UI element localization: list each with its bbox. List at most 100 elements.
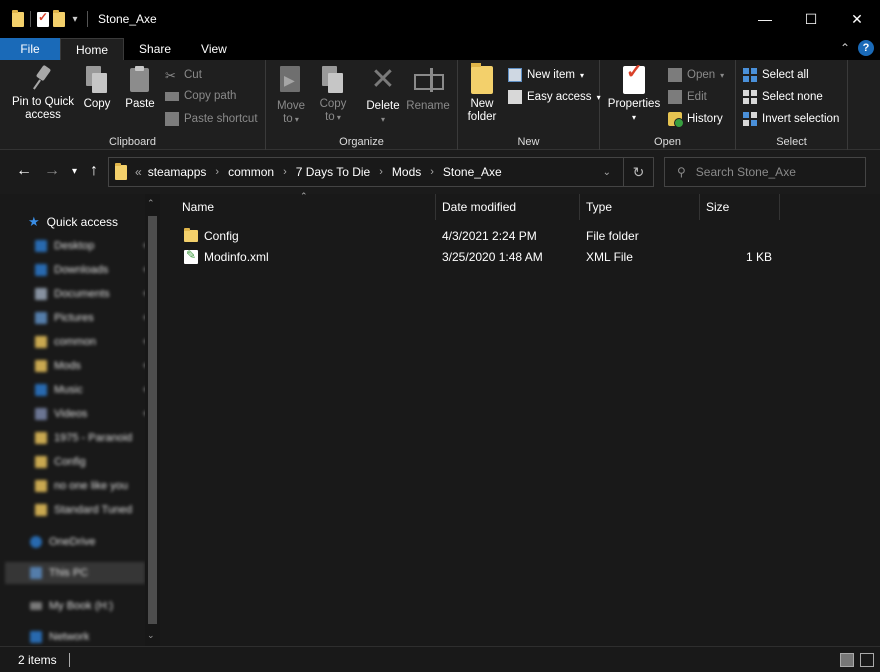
pin-to-quick-access-button[interactable]: Pin to Quick access — [8, 66, 78, 122]
copy-to-chevron-down-icon: ▾ — [334, 113, 341, 122]
search-box[interactable]: ⚲ — [664, 157, 866, 187]
cloud-icon — [30, 536, 42, 548]
column-header-type[interactable]: Type — [580, 194, 700, 220]
delete-button[interactable]: ✕ Delete ▾ — [364, 65, 402, 126]
file-row-config[interactable]: Config 4/3/2021 2:24 PM File folder — [176, 225, 776, 246]
column-header-name[interactable]: Name — [176, 194, 436, 220]
file-type: XML File — [586, 249, 633, 264]
minimize-ribbon-chevron-icon[interactable]: ⌃ — [840, 41, 850, 55]
tab-file[interactable]: File — [0, 38, 60, 60]
sidebar-item-standard-tuned[interactable]: Standard Tuned — [35, 499, 150, 521]
up-arrow-icon[interactable]: ↑ — [90, 162, 98, 180]
breadcrumb-mods[interactable]: Mods — [392, 165, 421, 179]
file-size — [706, 225, 772, 246]
breadcrumb-steamapps[interactable]: steamapps — [148, 165, 207, 179]
invert-selection-button[interactable]: Invert selection — [743, 112, 839, 126]
sidebar-scrollbar-thumb[interactable] — [148, 216, 157, 624]
sidebar-item-mods[interactable]: Mods ✦ — [35, 355, 150, 377]
maximize-button[interactable]: ☐ — [788, 0, 834, 38]
breadcrumb-chevron-icon[interactable]: › — [379, 166, 383, 178]
new-folder-label-line2: folder — [467, 111, 497, 123]
open-button[interactable]: Open ▾ — [668, 68, 724, 82]
sidebar-item-common[interactable]: common ✦ — [35, 331, 150, 353]
sidebar-item-this-pc[interactable]: This PC — [5, 562, 145, 584]
address-history-chevron-down-icon[interactable]: ⌄ — [603, 167, 611, 178]
organize-group-label: Organize — [339, 136, 384, 148]
file-size: 1 KB — [745, 249, 772, 264]
copy-to-label-line2: to — [325, 111, 335, 123]
file-list: ⌃ Name Date modified Type Size Config 4/… — [160, 191, 880, 646]
copy-button[interactable]: Copy — [80, 66, 114, 111]
history-button[interactable]: History — [668, 112, 723, 128]
breadcrumb-chevron-icon[interactable]: › — [283, 166, 287, 178]
breadcrumb-7-days-to-die[interactable]: 7 Days To Die — [296, 165, 370, 179]
copy-to-button[interactable]: Copy to ▾ — [316, 66, 350, 124]
cut-button[interactable]: ✂ Cut — [165, 68, 202, 83]
refresh-button[interactable]: ↻ — [623, 158, 653, 186]
large-icons-view-icon[interactable] — [860, 653, 874, 667]
select-none-button[interactable]: Select none — [743, 90, 823, 104]
forward-arrow-icon[interactable]: → — [44, 162, 60, 180]
column-header-date-modified[interactable]: Date modified — [436, 194, 580, 220]
scroll-up-chevron-icon[interactable]: ⌃ — [147, 198, 155, 209]
properties-icon[interactable] — [37, 10, 49, 27]
file-row-modinfo-xml[interactable]: Modinfo.xml 3/25/2020 1:48 AM XML File 1… — [176, 246, 776, 267]
properties-button[interactable]: Properties ▾ — [606, 66, 662, 124]
paste-shortcut-button[interactable]: Paste shortcut — [165, 112, 258, 126]
sidebar-item-my-book[interactable]: My Book (H:) — [30, 595, 145, 617]
sidebar-item-label: Mods — [54, 360, 81, 372]
move-to-chevron-down-icon: ▾ — [292, 115, 299, 124]
select-all-button[interactable]: Select all — [743, 68, 809, 82]
minimize-button[interactable]: — — [742, 0, 788, 38]
sidebar-item-quick-access[interactable]: ★ Quick access — [28, 211, 143, 233]
tab-share[interactable]: Share — [124, 38, 186, 60]
scroll-down-chevron-icon[interactable]: ⌄ — [147, 630, 155, 641]
sidebar-item-desktop[interactable]: Desktop ✦ — [35, 235, 150, 257]
ribbon-controls: ⌃ ? — [840, 40, 874, 56]
breadcrumb-common[interactable]: common — [228, 165, 274, 179]
sidebar-item-onedrive[interactable]: OneDrive — [30, 531, 145, 553]
help-icon[interactable]: ? — [858, 40, 874, 56]
breadcrumb-stone-axe[interactable]: Stone_Axe — [443, 165, 502, 179]
rename-label: Rename — [406, 100, 450, 112]
address-overflow-icon[interactable]: « — [135, 165, 142, 179]
new-folder-button[interactable]: New folder — [464, 63, 500, 124]
sidebar-item-1975-paranoid[interactable]: 1975 - Paranoid — [35, 427, 150, 449]
close-button[interactable]: ✕ — [834, 0, 880, 38]
search-input[interactable] — [695, 165, 856, 179]
customize-qat-chevron-down-icon[interactable]: ▾ — [69, 14, 81, 25]
sidebar-scrollbar[interactable]: ⌃ ⌄ — [145, 194, 160, 646]
sidebar-item-videos[interactable]: Videos ✦ — [35, 403, 150, 425]
breadcrumb-chevron-icon[interactable]: › — [430, 166, 434, 178]
sidebar-item-music[interactable]: Music ✦ — [35, 379, 150, 401]
sidebar-item-label: OneDrive — [49, 536, 96, 548]
paste-button[interactable]: Paste — [122, 66, 158, 111]
easy-access-button[interactable]: Easy access ▾ — [508, 90, 601, 104]
column-header-size[interactable]: Size — [700, 194, 780, 220]
back-arrow-icon[interactable]: ← — [16, 162, 32, 180]
sidebar-item-downloads[interactable]: Downloads ✦ — [35, 259, 150, 281]
new-folder-icon[interactable] — [53, 9, 65, 27]
open-label: Open — [687, 69, 716, 81]
download-icon — [35, 264, 47, 276]
edit-button[interactable]: Edit — [668, 90, 707, 104]
move-to-button[interactable]: Move to ▾ — [274, 66, 308, 126]
tab-view[interactable]: View — [186, 38, 242, 60]
title-bar: ▾ Stone_Axe — ☐ ✕ — [0, 0, 880, 38]
details-view-icon[interactable] — [840, 653, 854, 667]
qat-separator — [87, 11, 88, 27]
new-item-button[interactable]: New item ▾ — [508, 68, 584, 82]
sidebar-item-config[interactable]: Config — [35, 451, 150, 473]
recent-locations-chevron-down-icon[interactable]: ▾ — [72, 166, 77, 177]
tab-home[interactable]: Home — [60, 38, 125, 60]
sidebar-item-network[interactable]: Network — [30, 626, 145, 648]
select-group: Select all Select none Invert selection … — [736, 60, 848, 150]
sidebar-item-documents[interactable]: Documents ✦ — [35, 283, 150, 305]
xml-file-icon — [184, 248, 198, 264]
breadcrumb-chevron-icon[interactable]: › — [215, 166, 219, 178]
sidebar-item-no-one-like-you[interactable]: no one like you — [35, 475, 150, 497]
rename-button[interactable]: Rename — [406, 66, 450, 113]
sidebar-item-pictures[interactable]: Pictures ✦ — [35, 307, 150, 329]
address-bar[interactable]: « steamapps › common › 7 Days To Die › M… — [108, 157, 654, 187]
copy-path-button[interactable]: Copy path — [165, 90, 236, 102]
